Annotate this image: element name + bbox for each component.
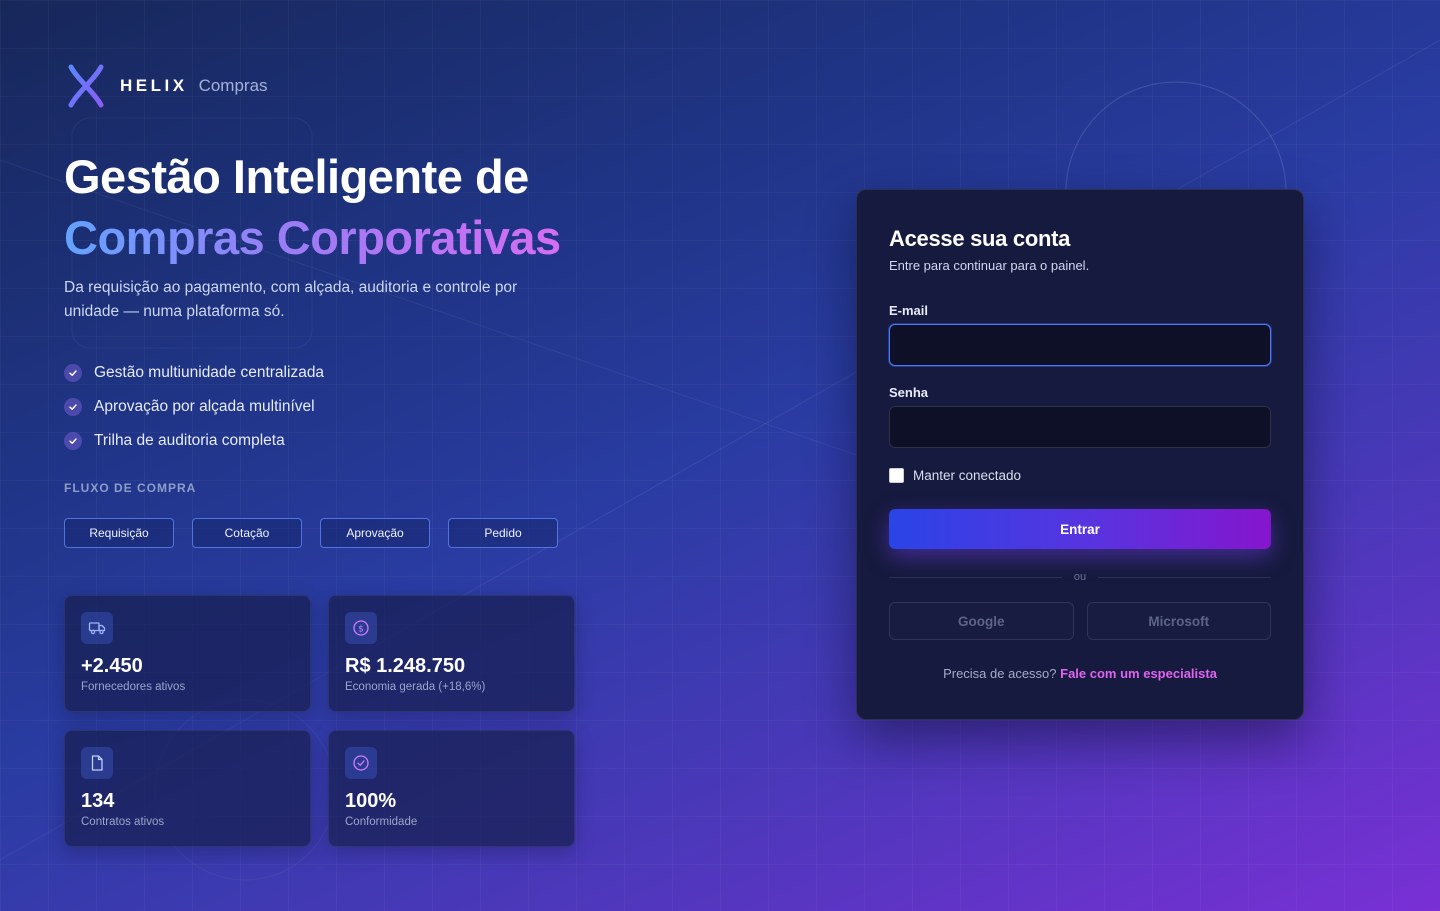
stat-value: R$ 1.248.750: [345, 655, 466, 677]
stat-card-suppliers: +2.450 Fornecedores ativos: [64, 595, 311, 712]
stat-card-contracts: 134 Contratos ativos: [64, 730, 311, 847]
login-button[interactable]: Entrar: [889, 509, 1271, 549]
flow-step-requisicao: Requisição: [64, 518, 174, 548]
brand-name: HELIX: [120, 76, 188, 95]
check-icon: [64, 432, 82, 450]
check-circle-icon: [345, 747, 377, 779]
stat-label: Economia gerada (+18,6%): [345, 681, 486, 693]
hero-title: Gestão Inteligente de Compras Corporativ…: [64, 146, 561, 268]
stats-grid: +2.450 Fornecedores ativos $ R$ 1.248.75…: [64, 595, 575, 847]
feature-label: Gestão multiunidade centralizada: [94, 364, 325, 381]
flow-step-pedido: Pedido: [448, 518, 558, 548]
login-subtitle: Entre para continuar para o painel.: [889, 258, 1090, 273]
hero-title-line1: Gestão Inteligente de: [64, 150, 529, 203]
email-label: E-mail: [889, 303, 929, 318]
feature-label: Aprovação por alçada multinível: [94, 398, 315, 415]
dollar-circle-icon: $: [345, 612, 377, 644]
document-icon: [81, 747, 113, 779]
microsoft-login-button[interactable]: Microsoft: [1086, 602, 1271, 640]
hero-title-line2: Compras Corporativas: [64, 211, 561, 264]
stat-label: Conformidade: [345, 816, 418, 828]
brand-logo: HELIX Compras: [66, 64, 268, 108]
feature-list: Gestão multiunidade centralizada Aprovaç…: [64, 356, 324, 458]
stat-value: 134: [81, 790, 115, 812]
divider-text: ou: [1073, 571, 1087, 583]
remember-me[interactable]: Manter conectado: [889, 466, 1271, 484]
svg-text:$: $: [358, 624, 364, 634]
stat-card-compliance: 100% Conformidade: [328, 730, 575, 847]
feature-item: Gestão multiunidade centralizada: [64, 356, 324, 390]
password-field[interactable]: [889, 406, 1271, 448]
check-icon: [64, 364, 82, 382]
login-card: Acesse sua conta Entre para continuar pa…: [856, 189, 1304, 720]
stat-card-savings: $ R$ 1.248.750 Economia gerada (+18,6%): [328, 595, 575, 712]
stat-label: Contratos ativos: [81, 816, 165, 828]
brand-product: Compras: [198, 76, 268, 95]
flow-step-cotacao: Cotação: [192, 518, 302, 548]
remember-checkbox[interactable]: [889, 467, 904, 483]
flow-title: FLUXO DE COMPRA: [64, 481, 197, 495]
remember-label: Manter conectado: [913, 467, 1022, 483]
help-question: Precisa de acesso?: [943, 666, 1057, 681]
truck-icon: [81, 612, 113, 644]
flow-steps: Requisição Cotação Aprovação Pedido: [64, 518, 558, 548]
feature-item: Trilha de auditoria completa: [64, 424, 324, 458]
email-field[interactable]: [889, 324, 1271, 366]
hero-description: Da requisição ao pagamento, com alçada, …: [64, 279, 518, 320]
stat-value: 100%: [345, 790, 397, 812]
feature-label: Trilha de auditoria completa: [94, 432, 285, 449]
sso-buttons: Google Microsoft: [889, 602, 1271, 640]
feature-item: Aprovação por alçada multinível: [64, 390, 324, 424]
password-label: Senha: [889, 385, 929, 400]
check-icon: [64, 398, 82, 416]
google-login-button[interactable]: Google: [889, 602, 1074, 640]
helix-logo-icon: [68, 64, 104, 108]
divider: ou: [889, 571, 1271, 583]
help-text: Precisa de acesso? Fale com um especiali…: [889, 666, 1271, 681]
stat-label: Fornecedores ativos: [81, 681, 186, 693]
contact-specialist-link[interactable]: Fale com um especialista: [1060, 666, 1217, 681]
flow-step-aprovacao: Aprovação: [320, 518, 430, 548]
stat-value: +2.450: [81, 655, 143, 677]
login-title: Acesse sua conta: [889, 226, 1071, 251]
